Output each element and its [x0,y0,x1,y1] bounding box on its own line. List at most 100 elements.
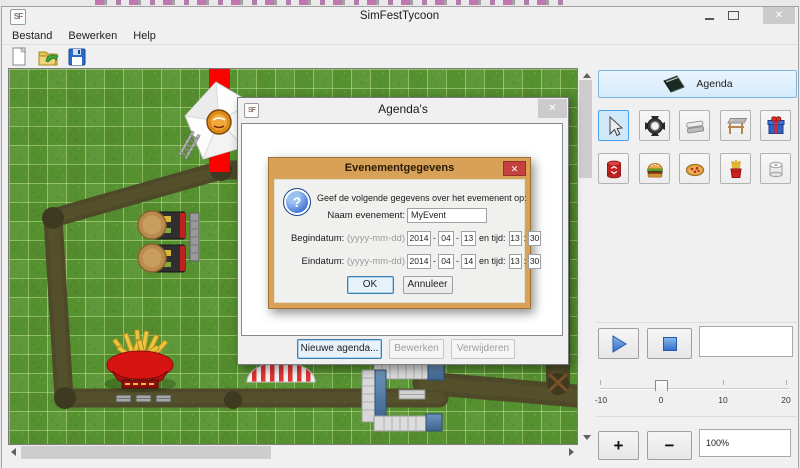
agendas-dialog-titlebar[interactable]: SF Agenda's ✕ [238,98,568,122]
stop-icon [659,333,681,355]
begin-day-input[interactable] [461,231,476,246]
slider-label: -10 [595,395,607,405]
ok-button[interactable]: OK [347,276,394,294]
close-button[interactable]: ✕ [763,7,795,24]
zoom-out-button[interactable]: − [647,431,692,460]
pizza-icon [684,158,706,180]
desktop-background-artifact [95,0,565,5]
end-year-input[interactable] [407,254,431,269]
time-label: en tijd: [479,233,506,243]
window-title: SimFestTycoon [2,10,797,22]
date-format-hint: (yyyy-mm-dd) [347,256,405,267]
scroll-down-icon[interactable] [583,435,591,440]
horizontal-scrollbar-thumb[interactable] [21,446,271,459]
speed-slider-track[interactable] [600,388,789,390]
hamburger-icon [644,158,666,180]
tool-trash-can[interactable] [598,153,629,184]
scrollbar-corner [578,445,593,460]
edit-agenda-button: Bewerken [389,339,444,359]
market-stall-icon [725,115,747,137]
begin-date-label: Begindatum: (yyyy-mm-dd) [275,233,405,244]
time-label: en tijd: [479,256,506,266]
scroll-up-icon[interactable] [583,73,591,78]
toilet-roll-icon [765,158,787,180]
save-file-button[interactable] [65,46,89,68]
slider-label: 0 [659,395,664,405]
cancel-button[interactable]: Annuleer [403,276,453,294]
zoom-level-display: 100% [699,429,791,457]
tool-bench[interactable] [679,110,710,141]
trash-can-icon [603,158,625,180]
open-file-button[interactable] [36,46,60,68]
end-date-label: Eindatum: (yyyy-mm-dd) [275,256,405,267]
end-month-input[interactable] [438,254,454,269]
event-dialog-buttons: OK Annuleer [275,276,524,294]
begin-year-input[interactable] [407,231,431,246]
tool-fries[interactable] [720,153,751,184]
title-bar: SF SimFestTycoon ✕ [2,7,797,27]
menu-bestand[interactable]: Bestand [6,30,58,42]
event-dialog-close-button[interactable]: ✕ [503,161,526,176]
begin-month-input[interactable] [438,231,454,246]
event-dialog-prompt: Geef de volgende gegevens over het eveme… [317,193,527,203]
date-separator: - [456,233,459,243]
agenda-book-icon [662,75,686,93]
play-button[interactable] [598,328,639,359]
spotlight-icon [644,115,666,137]
tool-hamburger[interactable] [639,153,670,184]
slider-tick [723,380,724,385]
bbq-stand-2[interactable] [138,244,185,272]
tool-toilet[interactable] [760,153,791,184]
delete-agenda-button: Verwijderen [451,339,515,359]
fries-icon [725,158,747,180]
maximize-button[interactable] [721,7,745,24]
new-file-button[interactable] [7,46,31,68]
menu-bewerken[interactable]: Bewerken [62,30,123,42]
begin-minute-input[interactable] [528,231,541,246]
cursor-icon [603,115,625,137]
agendas-dialog-close-button[interactable]: ✕ [538,99,567,118]
tool-select-cursor[interactable] [598,110,629,141]
end-hour-input[interactable] [509,254,522,269]
plus-icon: + [614,436,624,456]
slider-tick [786,380,787,385]
date-format-hint: (yyyy-mm-dd) [347,233,405,244]
open-folder-icon [37,46,59,68]
zoom-in-button[interactable]: + [598,431,639,460]
panel-divider [596,416,797,417]
begin-hour-input[interactable] [509,231,522,246]
agenda-button[interactable]: Agenda [598,70,797,98]
slider-label: 10 [718,395,727,405]
tool-spotlight[interactable] [639,110,670,141]
end-minute-input[interactable] [528,254,541,269]
vertical-scrollbar-thumb[interactable] [579,80,592,178]
minimize-button[interactable] [697,7,721,24]
event-data-dialog: Evenementgegevens ✕ ? Geef de volgende g… [268,157,531,309]
time-separator: : [524,256,527,266]
new-agenda-button[interactable]: Nieuwe agenda... [297,339,382,359]
event-name-row: Naam evenement: [275,207,522,223]
begin-date-row: Begindatum: (yyyy-mm-dd) - - en tijd: : [275,230,522,246]
bench [399,390,425,399]
tool-gift[interactable] [760,110,791,141]
end-date-row: Eindatum: (yyyy-mm-dd) - - en tijd: : [275,253,522,269]
time-separator: : [524,233,527,243]
gift-icon [765,115,787,137]
slider-tick [600,380,601,385]
agendas-dialog-title: Agenda's [238,102,568,116]
close-icon: ✕ [511,164,519,174]
menu-help[interactable]: Help [127,30,162,42]
minimize-icon [705,18,714,20]
end-day-input[interactable] [461,254,476,269]
scroll-left-icon[interactable] [11,448,16,456]
stop-button[interactable] [647,328,692,359]
bbq-stand-1[interactable] [138,211,185,239]
bench-icon [684,115,706,137]
bench-row[interactable] [116,395,171,402]
tool-market-stall[interactable] [720,110,751,141]
bench[interactable] [190,213,199,261]
event-name-input[interactable] [407,208,487,223]
tool-pizza[interactable] [679,153,710,184]
scroll-right-icon[interactable] [569,448,574,456]
menu-bar: Bestand Bewerken Help [2,27,797,45]
